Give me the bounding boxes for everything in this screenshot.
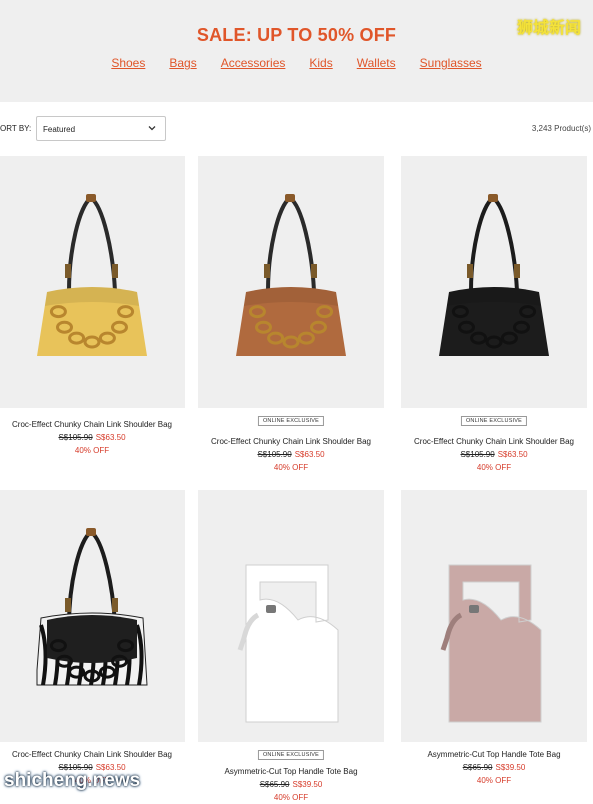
discount-label: 40% OFF	[476, 463, 512, 472]
discount-label: 40% OFF	[476, 776, 512, 785]
nav-link-kids[interactable]: Kids	[309, 56, 332, 70]
sort-dropdown[interactable]: Featured	[36, 116, 166, 141]
nav-link-sunglasses[interactable]: Sunglasses	[420, 56, 482, 70]
sale-price: S$63.50	[294, 450, 325, 459]
product-name[interactable]: Asymmetric-Cut Top Handle Tote Bag	[401, 748, 587, 761]
product-price: S$65.90 S$39.50	[401, 761, 587, 774]
sort-value: Featured	[43, 125, 76, 134]
nav-link-shoes[interactable]: Shoes	[111, 56, 145, 70]
watermark-logo-top: 狮城新闻	[516, 20, 581, 37]
bag-image	[439, 194, 549, 356]
online-exclusive-badge: ONLINE EXCLUSIVE	[460, 416, 528, 426]
product-image[interactable]	[401, 156, 587, 408]
original-price: S$105.90	[257, 450, 292, 459]
nav-link-wallets[interactable]: Wallets	[357, 56, 396, 70]
product-price: S$105.90 S$63.50	[401, 448, 587, 461]
sort-label: ORT BY:	[0, 124, 32, 133]
nav-link-bags[interactable]: Bags	[169, 56, 196, 70]
original-price: S$105.90	[460, 450, 495, 459]
product-name[interactable]: Croc-Effect Chunky Chain Link Shoulder B…	[401, 435, 587, 448]
product-price: S$105.90 S$63.50	[0, 431, 185, 444]
product-price: S$65.90 S$39.50	[198, 778, 384, 791]
product-count: 3,243 Product(s)	[531, 124, 591, 133]
product-info: Asymmetric-Cut Top Handle Tote Bag S$65.9…	[401, 748, 587, 787]
sale-price: S$63.50	[95, 433, 126, 442]
product-info: Croc-Effect Chunky Chain Link Shoulder B…	[0, 418, 185, 457]
online-exclusive-badge: ONLINE EXCLUSIVE	[257, 750, 325, 760]
product-price: S$105.90 S$63.50	[198, 448, 384, 461]
product-image[interactable]	[198, 156, 384, 408]
sale-price: S$39.50	[495, 763, 526, 772]
bag-image	[237, 564, 339, 723]
discount-label: 40% OFF	[273, 793, 309, 802]
product-image[interactable]	[0, 490, 185, 742]
online-exclusive-badge: ONLINE EXCLUSIVE	[257, 416, 325, 426]
product-info: Croc-Effect Chunky Chain Link Shoulder B…	[198, 435, 384, 474]
bag-image	[236, 194, 346, 356]
discount-label: 40% OFF	[273, 463, 309, 472]
sale-banner: SALE: UP TO 50% OFF Shoes Bags Accessori…	[0, 0, 593, 102]
product-name[interactable]: Croc-Effect Chunky Chain Link Shoulder B…	[0, 748, 185, 761]
sale-price: S$39.50	[292, 780, 323, 789]
bag-image	[37, 194, 147, 356]
product-image[interactable]	[0, 156, 185, 408]
watermark-logo-bottom: shicheng.news	[4, 770, 141, 791]
sale-title: SALE: UP TO 50% OFF	[196, 25, 397, 45]
nav-link-accessories[interactable]: Accessories	[221, 56, 286, 70]
original-price: S$105.90	[58, 433, 93, 442]
product-info: Asymmetric-Cut Top Handle Tote Bag S$65.9…	[198, 765, 384, 804]
original-price: S$65.90	[462, 763, 493, 772]
bag-image	[440, 564, 542, 723]
discount-label: 40% OFF	[74, 446, 110, 455]
product-name[interactable]: Croc-Effect Chunky Chain Link Shoulder B…	[0, 418, 185, 431]
category-nav: Shoes Bags Accessories Kids Wallets Sung…	[0, 56, 593, 70]
product-image[interactable]	[198, 490, 384, 742]
bag-image	[36, 528, 148, 686]
product-name[interactable]: Asymmetric-Cut Top Handle Tote Bag	[198, 765, 384, 778]
chevron-down-icon	[148, 126, 156, 131]
product-name[interactable]: Croc-Effect Chunky Chain Link Shoulder B…	[198, 435, 384, 448]
sale-price: S$63.50	[497, 450, 528, 459]
product-image[interactable]	[401, 490, 587, 742]
original-price: S$65.90	[259, 780, 290, 789]
product-info: Croc-Effect Chunky Chain Link Shoulder B…	[401, 435, 587, 474]
